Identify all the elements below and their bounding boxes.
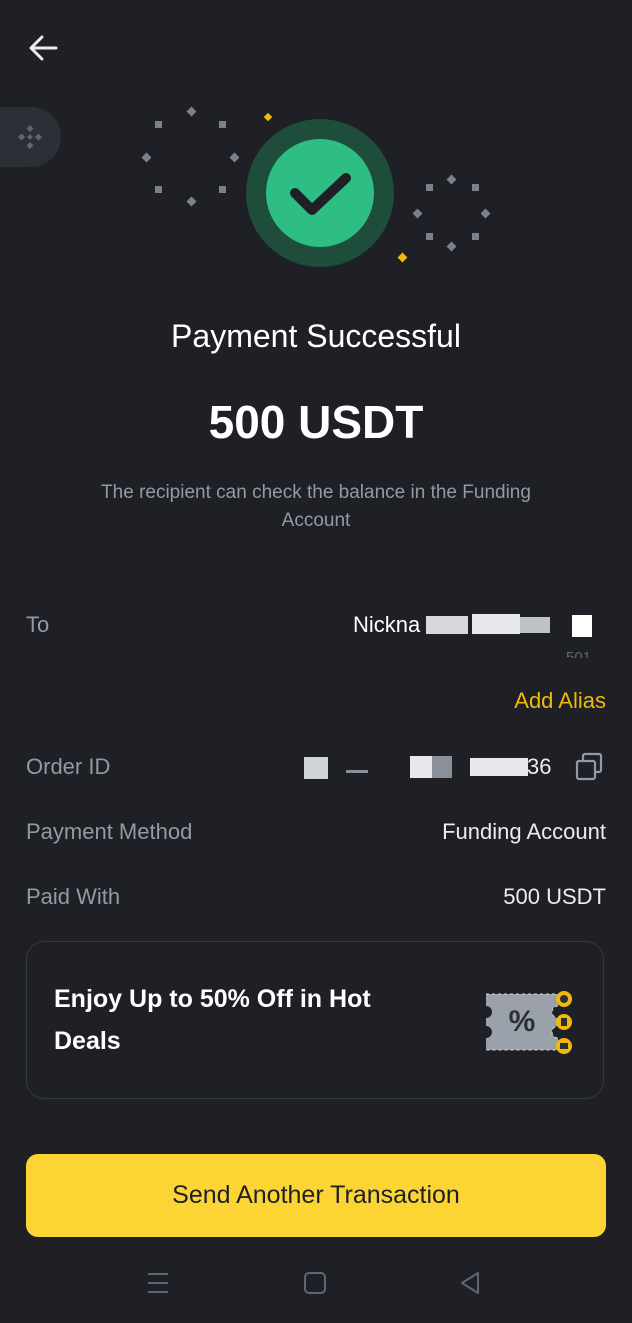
redaction-block [572,615,592,637]
recipient-note: The recipient can check the balance in t… [101,482,531,531]
payment-amount: 500 USDT [208,396,424,448]
hot-deals-promo-card[interactable]: Enjoy Up to 50% Off in Hot Deals % [26,941,604,1099]
success-illustration [141,106,491,267]
redaction-block [346,770,368,773]
binance-logo-icon [18,125,42,149]
floating-side-tab[interactable] [0,107,61,167]
arrow-left-icon [29,35,58,61]
recipient-id-partial: 501 [566,649,592,658]
redaction-block [410,756,432,778]
to-label: To [26,612,50,637]
redaction-block [304,757,328,779]
redaction-block [470,758,528,776]
order-id-value: 36 [527,754,552,779]
send-another-transaction-button[interactable]: Send Another Transaction [26,1154,606,1237]
add-alias-link[interactable]: Add Alias [514,688,606,714]
recipient-nickname: Nickna [353,612,421,637]
payment-method-value: Funding Account [442,819,606,844]
back-triangle-icon[interactable] [458,1270,482,1296]
paid-with-label: Paid With [26,884,121,909]
svg-text:%: % [509,1005,536,1038]
home-square-icon[interactable] [303,1270,327,1296]
promo-text: Enjoy Up to 50% Off in Hot Deals [54,985,371,1055]
menu-icon[interactable] [146,1270,170,1296]
redaction-block [520,617,550,633]
redaction-block [472,614,520,634]
order-id-label: Order ID [26,754,111,779]
payment-status-title: Payment Successful [171,318,461,354]
coupon-icon: % [486,991,572,1054]
paid-with-value: 500 USDT [503,884,606,909]
redaction-block [426,616,468,634]
redaction-block [432,756,452,778]
payment-method-label: Payment Method [26,819,193,844]
copy-icon[interactable] [574,752,604,782]
back-button[interactable] [26,30,62,66]
